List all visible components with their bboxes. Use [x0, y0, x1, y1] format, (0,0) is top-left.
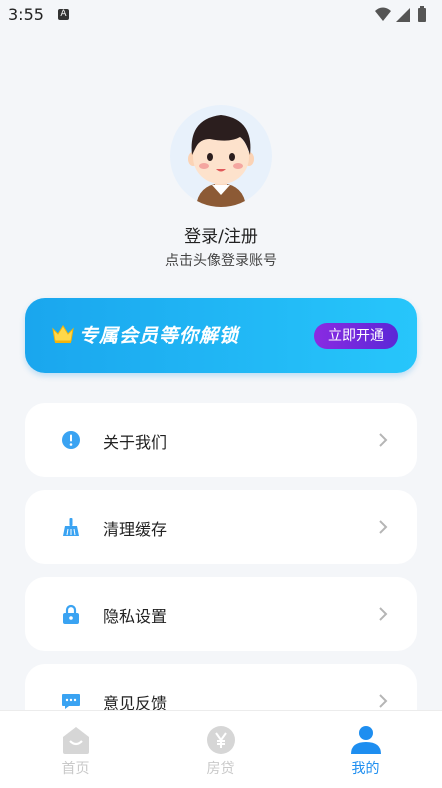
- avatar-illustration: [188, 115, 254, 207]
- activate-vip-button[interactable]: 立即开通: [314, 323, 398, 349]
- user-icon: [351, 726, 381, 754]
- menu-label-privacy: 隐私设置: [103, 607, 168, 626]
- menu-item-clear-cache[interactable]: 清理缓存: [25, 490, 417, 564]
- menu-label-clear-cache: 清理缓存: [103, 520, 168, 539]
- menu-item-privacy[interactable]: 隐私设置: [25, 577, 417, 651]
- lock-icon: [63, 604, 79, 624]
- status-bar: 3:55 A: [0, 0, 442, 30]
- battery-icon: [418, 8, 426, 22]
- avatar[interactable]: [170, 105, 272, 207]
- vip-banner-text: 专属会员等你解锁: [79, 325, 240, 347]
- signal-battery-icons: [375, 6, 426, 22]
- bottom-tab-bar: 首页 房贷 我的: [0, 710, 442, 788]
- vip-banner[interactable]: 专属会员等你解锁 立即开通: [25, 298, 417, 373]
- login-register-title[interactable]: 登录/注册: [0, 222, 442, 247]
- broom-icon: [63, 518, 79, 536]
- chevron-right-icon: [379, 520, 388, 534]
- tab-mine[interactable]: 我的: [292, 711, 439, 788]
- chevron-right-icon: [379, 607, 388, 621]
- tab-home[interactable]: 首页: [2, 711, 149, 788]
- info-icon: [62, 431, 80, 449]
- tab-label-mortgage: 房贷: [206, 761, 235, 777]
- yen-icon: [207, 726, 235, 754]
- cell-signal-icon: [396, 8, 410, 22]
- chevron-right-icon: [379, 694, 388, 708]
- tab-mortgage[interactable]: 房贷: [147, 711, 294, 788]
- status-time: 3:55: [8, 5, 44, 24]
- chevron-right-icon: [379, 433, 388, 447]
- tab-label-mine: 我的: [351, 761, 380, 777]
- home-icon: [63, 727, 89, 754]
- notification-icon: A: [58, 9, 69, 20]
- crown-icon: [52, 325, 74, 343]
- login-hint-text: 点击头像登录账号: [165, 253, 277, 269]
- menu-label-about: 关于我们: [103, 433, 168, 452]
- tab-label-home: 首页: [61, 761, 90, 777]
- menu-item-about[interactable]: 关于我们: [25, 403, 417, 477]
- chat-icon: [62, 694, 80, 709]
- wifi-icon: [375, 7, 391, 21]
